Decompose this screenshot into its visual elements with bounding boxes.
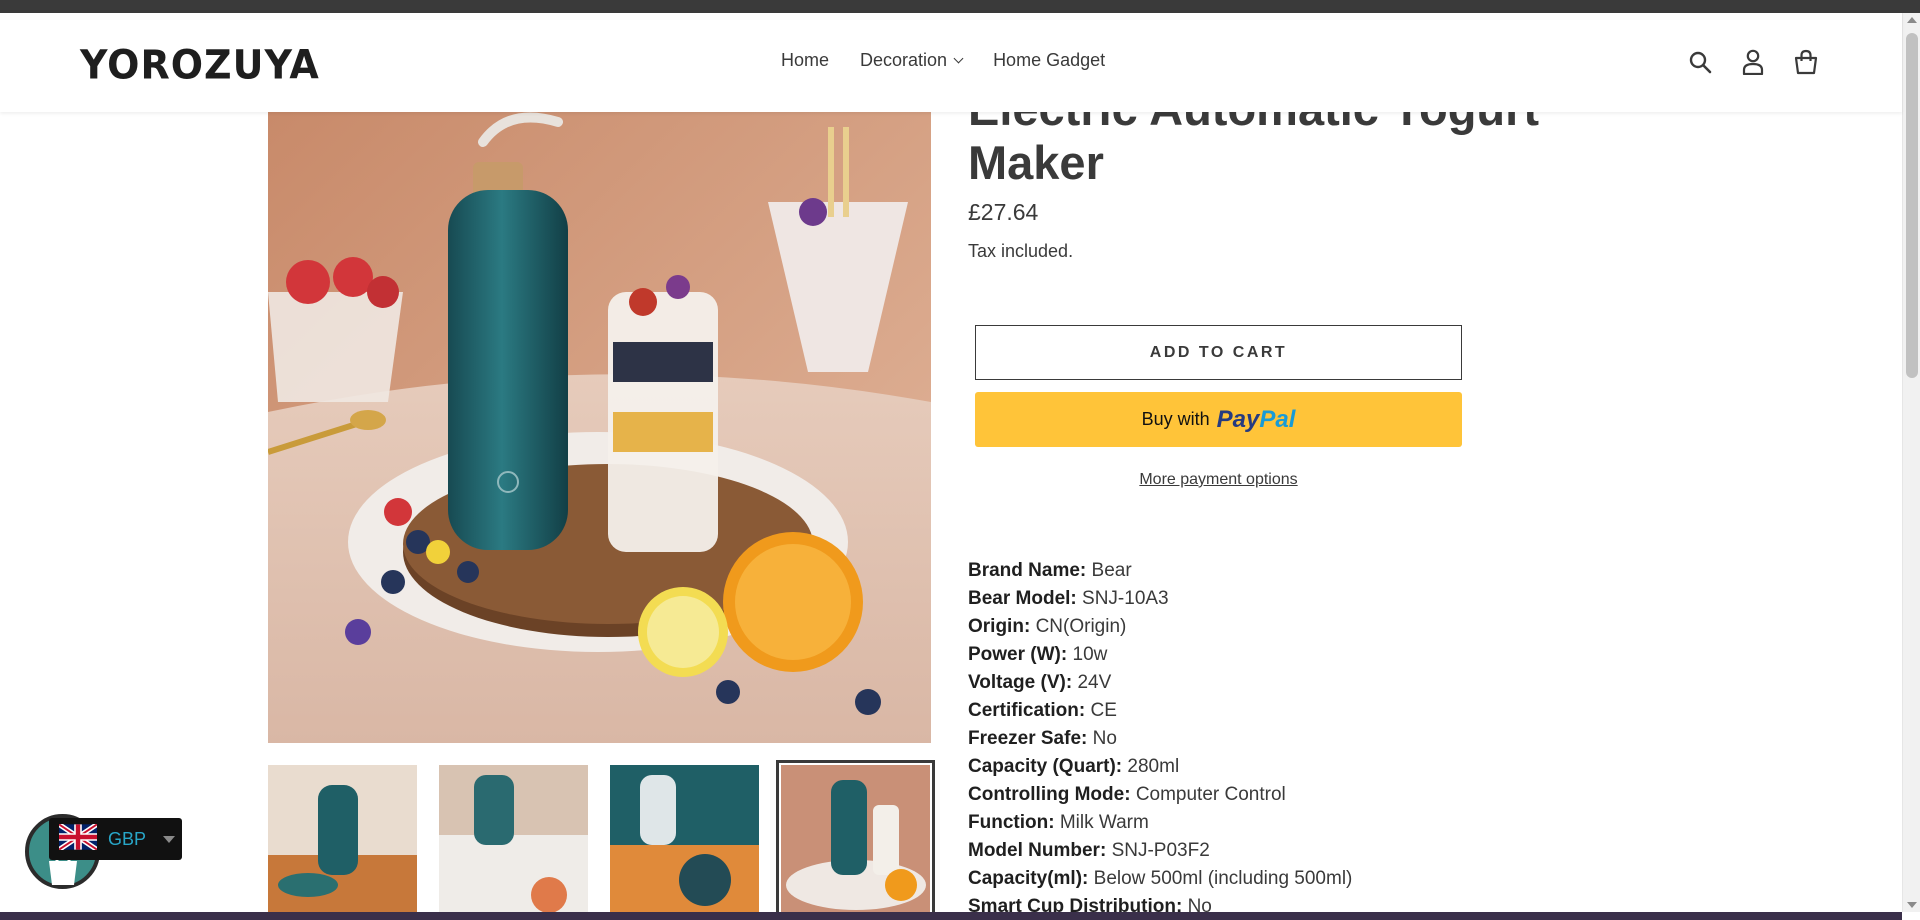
caret-down-icon <box>163 835 176 843</box>
uk-flag-icon <box>57 821 99 855</box>
spec-row: Function: Milk Warm <box>968 809 1352 837</box>
currency-code: GBP <box>108 828 147 849</box>
product-main-image[interactable] <box>268 112 931 743</box>
scroll-down-icon[interactable] <box>1907 902 1917 908</box>
tax-note: Tax included. <box>968 241 1074 261</box>
thumbnail-1[interactable] <box>268 765 417 912</box>
spec-label: Certification: <box>968 700 1086 721</box>
spec-list: Brand Name: Bear Bear Model: SNJ-10A3 Or… <box>968 557 1352 920</box>
spec-value: Computer Control <box>1135 784 1286 805</box>
product-price: £27.64 <box>968 199 1039 225</box>
spec-label: Function: <box>968 812 1055 833</box>
spec-row: Bear Model: SNJ-10A3 <box>968 585 1352 613</box>
spec-row: Origin: CN(Origin) <box>968 613 1352 641</box>
spec-row: Capacity (Quart): 280ml <box>968 753 1352 781</box>
main-nav: Home Decoration Home Gadget <box>781 50 1105 71</box>
search-icon[interactable] <box>1687 49 1713 75</box>
spec-row: Certification: CE <box>968 697 1352 725</box>
thumbnail-2[interactable] <box>439 765 588 912</box>
spec-label: Voltage (V): <box>968 672 1073 693</box>
more-payment-options-link[interactable]: More payment options <box>975 471 1462 489</box>
nav-label: Decoration <box>860 50 948 70</box>
paypal-prefix: Buy with <box>1141 409 1210 429</box>
spec-label: Power (W): <box>968 644 1068 665</box>
paypal-logo: PayPal <box>1217 406 1296 434</box>
spec-label: Model Number: <box>968 840 1107 861</box>
nav-label: Home <box>781 50 830 70</box>
spec-value: Below 500ml (including 500ml) <box>1093 868 1353 889</box>
spec-row: Power (W): 10w <box>968 641 1352 669</box>
spec-label: Origin: <box>968 616 1031 637</box>
thumbnail-strip <box>268 760 935 917</box>
spec-label: Brand Name: <box>968 560 1087 581</box>
spec-label: Bear Model: <box>968 588 1077 609</box>
nav-item-home[interactable]: Home <box>781 50 829 71</box>
thumbnail-3[interactable] <box>610 765 759 912</box>
spec-value: Milk Warm <box>1059 812 1149 833</box>
scroll-up-icon[interactable] <box>1907 17 1917 23</box>
browser-top-strip <box>0 0 1920 13</box>
spec-value: 10w <box>1072 644 1108 665</box>
header-icons <box>1687 49 1819 75</box>
page-scrollbar[interactable] <box>1902 13 1920 912</box>
paypal-button[interactable]: Buy with PayPal <box>975 392 1462 447</box>
spec-row: Brand Name: Bear <box>968 557 1352 585</box>
spec-value: 280ml <box>1127 756 1180 777</box>
site-header: YOROZUYA Home Decoration Home Gadget <box>0 13 1902 112</box>
account-icon[interactable] <box>1740 49 1766 75</box>
spec-value: CE <box>1090 700 1117 721</box>
spec-label: Controlling Mode: <box>968 784 1131 805</box>
spec-row: Capacity(ml): Below 500ml (including 500… <box>968 865 1352 893</box>
chevron-down-icon <box>953 53 964 64</box>
nav-label: Home Gadget <box>993 50 1106 70</box>
spec-value: SNJ-10A3 <box>1082 588 1169 609</box>
spec-value: SNJ-P03F2 <box>1111 840 1210 861</box>
spec-value: Bear <box>1091 560 1132 581</box>
nav-item-decoration[interactable]: Decoration <box>860 50 964 71</box>
store-logo[interactable]: YOROZUYA <box>80 42 320 88</box>
currency-selector[interactable]: GBP <box>49 818 182 860</box>
cart-icon[interactable] <box>1793 49 1819 75</box>
spec-label: Capacity (Quart): <box>968 756 1123 777</box>
spec-row: Freezer Safe: No <box>968 725 1352 753</box>
paypal-word-pal: Pal <box>1259 405 1296 433</box>
bottom-edge-strip <box>0 912 1902 920</box>
spec-value: 24V <box>1077 672 1112 693</box>
spec-row: Model Number: SNJ-P03F2 <box>968 837 1352 865</box>
thumbnail-4[interactable] <box>776 760 935 917</box>
spec-value: No <box>1092 728 1117 749</box>
spec-row: Voltage (V): 24V <box>968 669 1352 697</box>
paypal-word-pay: Pay <box>1216 405 1260 433</box>
scrollbar-thumb[interactable] <box>1906 33 1918 378</box>
spec-label: Freezer Safe: <box>968 728 1088 749</box>
add-to-cart-button[interactable]: ADD TO CART <box>975 325 1462 380</box>
spec-row: Controlling Mode: Computer Control <box>968 781 1352 809</box>
spec-value: CN(Origin) <box>1035 616 1127 637</box>
nav-item-home-gadget[interactable]: Home Gadget <box>993 50 1105 71</box>
spec-label: Capacity(ml): <box>968 868 1089 889</box>
